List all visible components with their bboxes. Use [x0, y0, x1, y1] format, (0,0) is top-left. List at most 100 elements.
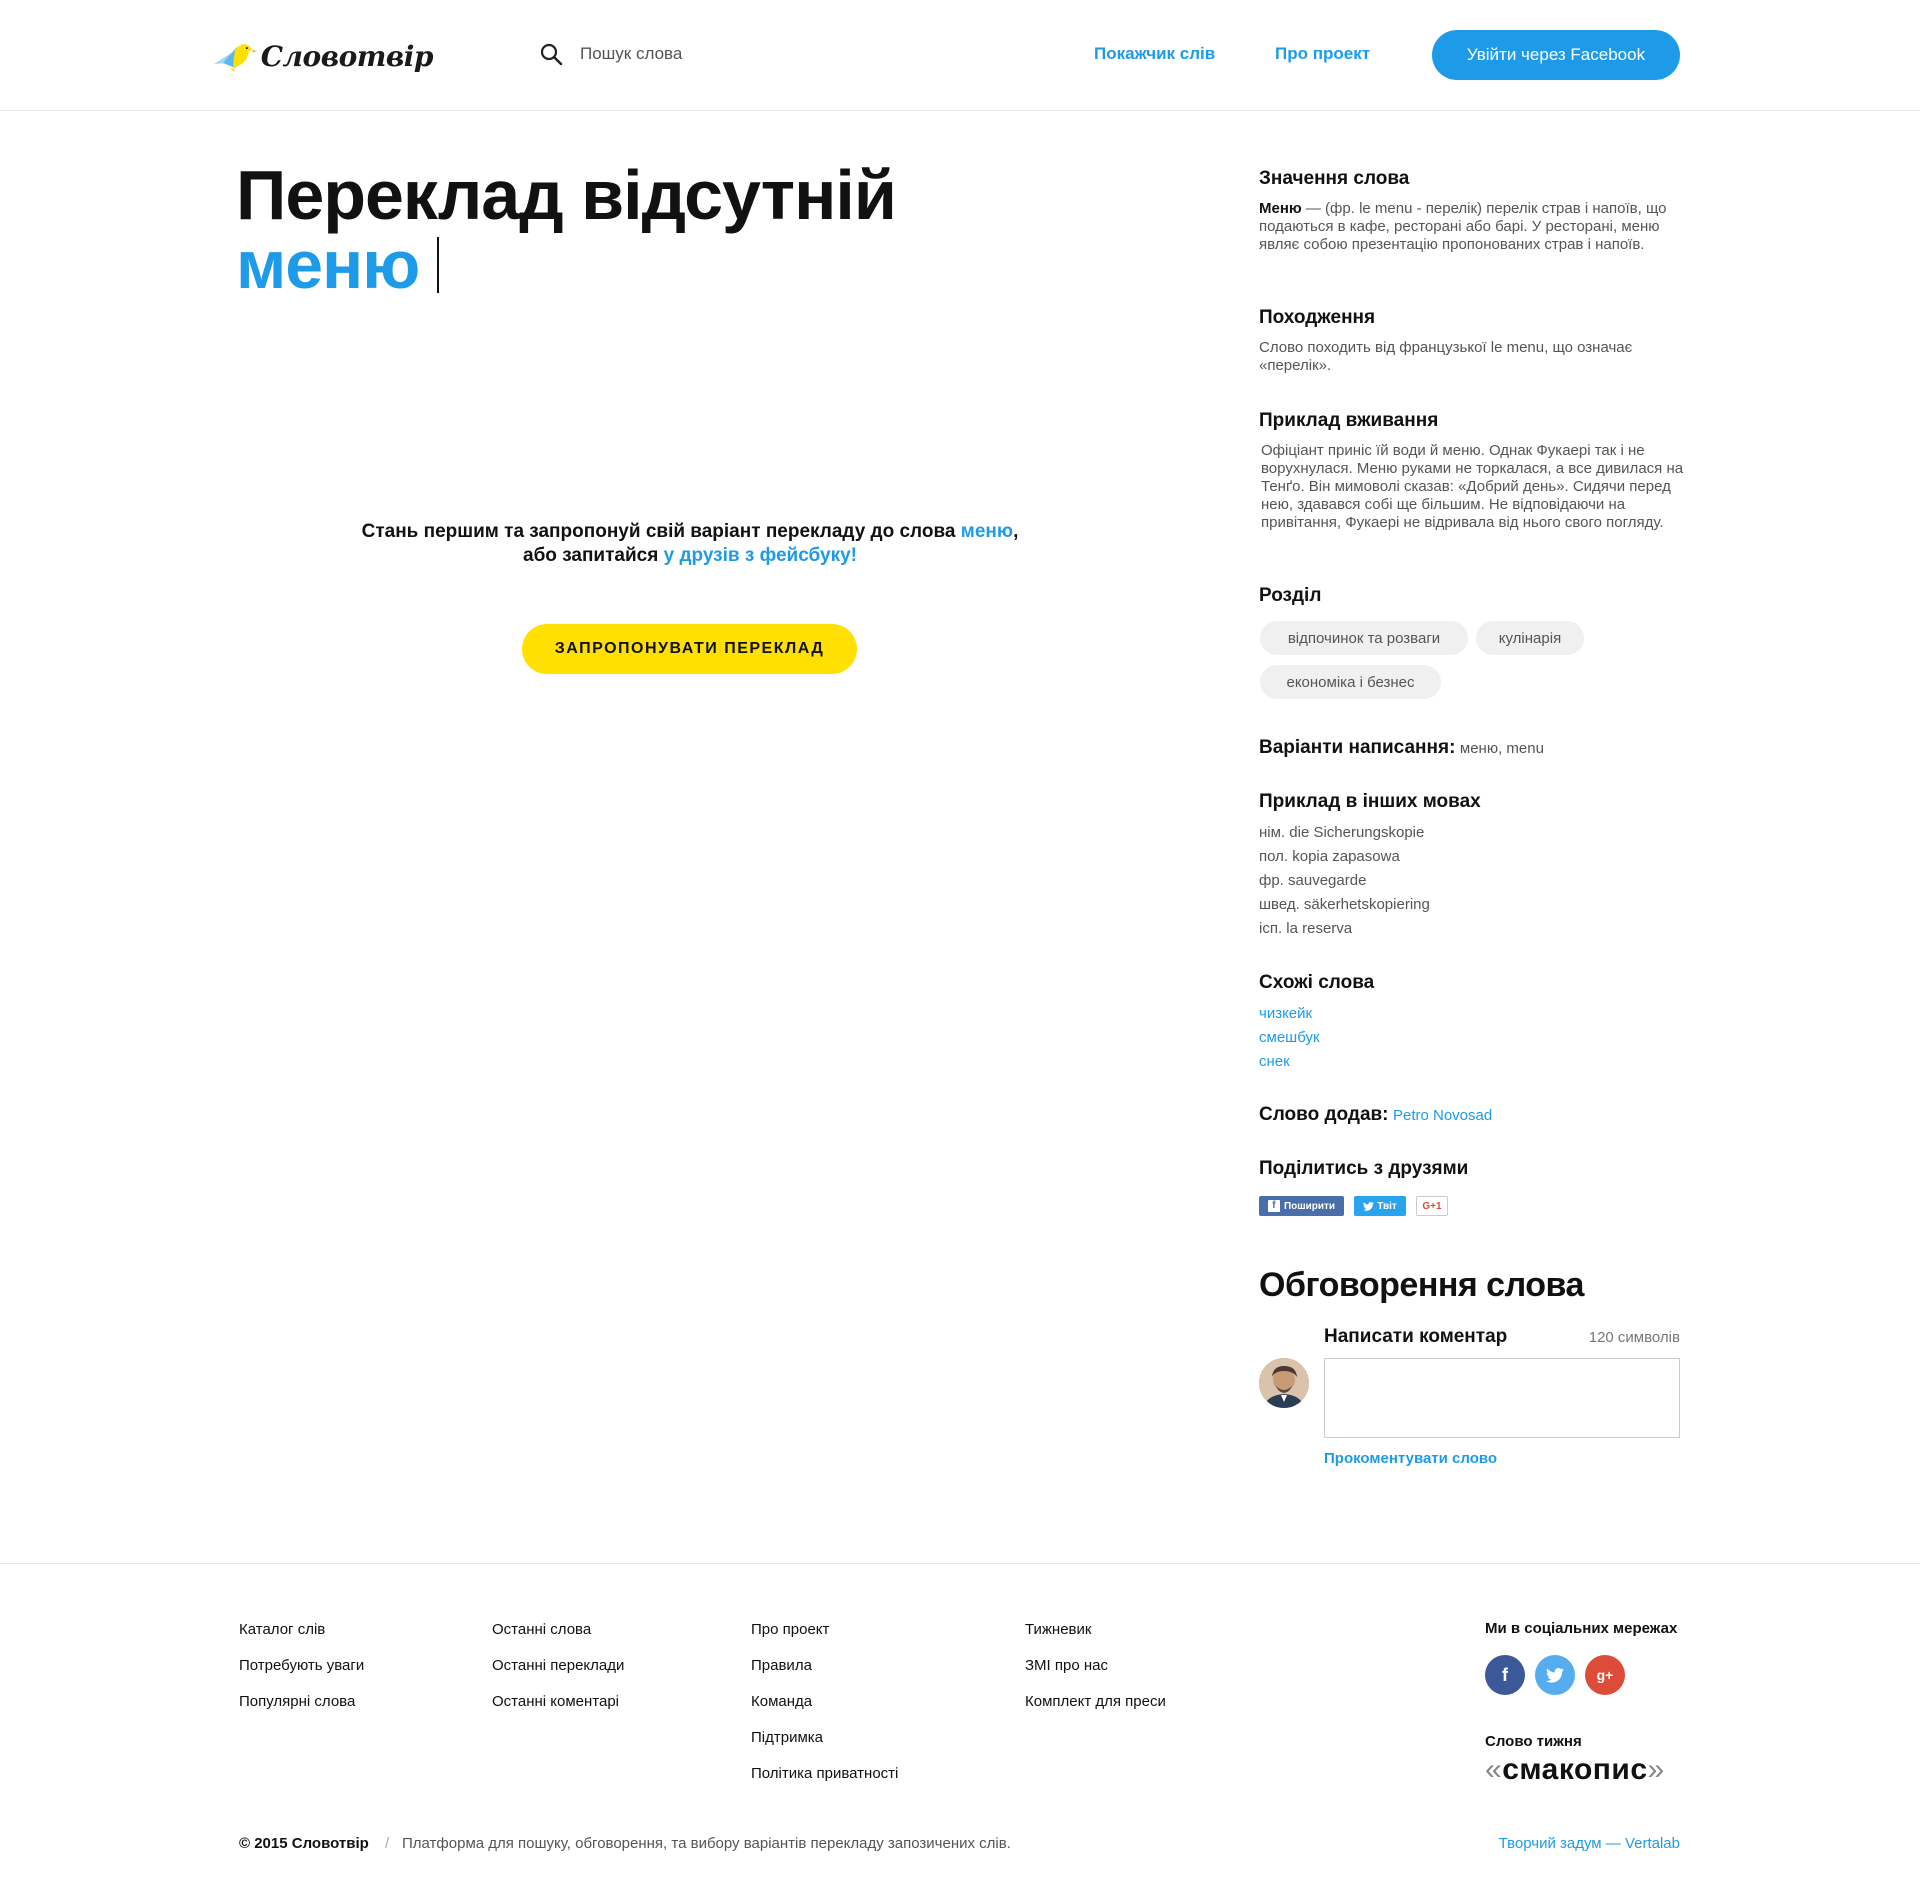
twitter-social-button[interactable] [1535, 1655, 1575, 1695]
share-google-plus-button[interactable]: G+1 [1416, 1196, 1448, 1216]
meaning-word: Меню [1259, 200, 1302, 217]
share-twitter-label: Твіт [1377, 1200, 1397, 1212]
facebook-icon: f [1267, 1200, 1280, 1212]
share-title: Поділитись з друзями [1259, 1158, 1469, 1179]
cta-line1-text: Стань першим та запропонуй свій варіант … [361, 521, 961, 542]
origin-section: Походження Слово походить від французько… [1259, 307, 1689, 375]
author-link[interactable]: Petro Novosad [1393, 1107, 1492, 1124]
google-plus-icon: g+ [1596, 1667, 1614, 1683]
section-section: Розділ [1259, 585, 1689, 607]
cta-line1-comma: , [1013, 521, 1019, 542]
tag-leisure[interactable]: відпочинок та розваги [1260, 621, 1468, 655]
footer-column-press: Тижневик ЗМІ про нас Комплект для преси [1025, 1620, 1166, 1728]
share-facebook-label: Поширити [1283, 1200, 1336, 1212]
footer-divider [0, 1563, 1920, 1564]
word-of-week: смакопис [1502, 1753, 1648, 1786]
meaning-title: Значення слова [1259, 168, 1410, 189]
usage-title: Приклад вживання [1259, 410, 1439, 431]
close-quote-icon: » [1647, 1753, 1665, 1786]
similar-list: чизкейк смешбук снек [1259, 1002, 1689, 1074]
facebook-login-button[interactable]: Увійти через Facebook [1432, 30, 1680, 80]
added-by-title: Слово додав: [1259, 1104, 1389, 1125]
usage-section: Приклад вживання Офіціант приніс їй води… [1259, 410, 1689, 532]
footer-link[interactable]: Популярні слова [239, 1692, 364, 1728]
footer-link[interactable]: Останні слова [492, 1620, 624, 1656]
twitter-icon [1363, 1201, 1375, 1211]
footer-link[interactable]: Тижневик [1025, 1620, 1166, 1656]
write-comment-label: Написати коментар [1324, 1326, 1508, 1347]
similar-word-link[interactable]: снек [1259, 1050, 1689, 1074]
twitter-icon [1546, 1667, 1564, 1683]
languages-section: Приклад в інших мовах нім. die Sicherung… [1259, 791, 1689, 941]
similar-section: Схожі слова чизкейк смешбук снек [1259, 972, 1689, 1074]
spellings-title: Варіанти написання: [1259, 737, 1456, 758]
footer-link[interactable]: Підтримка [751, 1728, 898, 1764]
comment-input[interactable] [1324, 1358, 1680, 1438]
ask-friends-link[interactable]: у друзів з фейсбуку! [664, 545, 857, 566]
avatar [1259, 1358, 1309, 1408]
page-title: Переклад відсутній [236, 156, 897, 234]
meaning-text: Меню — (фр. le menu - перелік) перелік с… [1259, 200, 1689, 254]
language-example: швед. säkerhetskopiering [1259, 896, 1430, 913]
footer-link[interactable]: Каталог слів [239, 1620, 364, 1656]
footer-link[interactable]: Про проект [751, 1620, 898, 1656]
footer-link[interactable]: Останні коментарі [492, 1692, 624, 1728]
origin-text: Слово походить від французької le menu, … [1259, 339, 1633, 374]
search-input[interactable] [580, 44, 840, 64]
language-example: пол. kopia zapasowa [1259, 848, 1400, 865]
origin-title: Походження [1259, 307, 1376, 328]
text-caret [437, 237, 440, 293]
nav-about[interactable]: Про проект [1275, 44, 1370, 64]
spellings-value: меню, menu [1459, 740, 1544, 757]
share-facebook-button[interactable]: f Поширити [1259, 1196, 1344, 1216]
credit-link[interactable]: Творчий задум — Vertalab [1499, 1835, 1680, 1852]
similar-word-link[interactable]: чизкейк [1259, 1002, 1689, 1026]
footer-column-about: Про проект Правила Команда Підтримка Пол… [751, 1620, 898, 1800]
word-of-week-link[interactable]: «смакопис» [1485, 1753, 1665, 1787]
suggest-translation-button[interactable]: ЗАПРОПОНУВАТИ ПЕРЕКЛАД [522, 624, 857, 674]
bird-logo-icon [213, 44, 257, 72]
footer-link[interactable]: Команда [751, 1692, 898, 1728]
meaning-section: Значення слова Меню — (фр. le menu - пер… [1259, 168, 1689, 254]
footer-link[interactable]: ЗМІ про нас [1025, 1656, 1166, 1692]
share-twitter-button[interactable]: Твіт [1354, 1196, 1406, 1216]
languages-title: Приклад в інших мовах [1259, 791, 1481, 812]
word-of-week-label: Слово тижня [1485, 1733, 1582, 1750]
footer-tagline: Платформа для пошуку, обговорення, та ви… [402, 1835, 1011, 1852]
similar-word-link[interactable]: смешбук [1259, 1026, 1689, 1050]
facebook-social-button[interactable]: f [1485, 1655, 1525, 1695]
google-plus-social-button[interactable]: g+ [1585, 1655, 1625, 1695]
logo-text: Словотвір [260, 39, 434, 73]
added-by-section: Слово додав: Petro Novosad [1259, 1104, 1689, 1126]
footer-link[interactable]: Правила [751, 1656, 898, 1692]
site-header: Словотвір Покажчик слів Про проект Увійт… [0, 0, 1920, 111]
user-avatar-icon [1259, 1358, 1309, 1408]
search-icon[interactable] [539, 42, 563, 66]
usage-text: Офіціант приніс їй води й меню. Однак Фу… [1261, 442, 1684, 531]
search-bar [539, 42, 840, 66]
open-quote-icon: « [1485, 1753, 1503, 1786]
social-title: Ми в соціальних мережах [1485, 1620, 1678, 1637]
similar-title: Схожі слова [1259, 972, 1375, 993]
footer-link[interactable]: Комплект для преси [1025, 1692, 1166, 1728]
language-example: ісп. la reserva [1259, 920, 1353, 937]
tag-economy[interactable]: економіка і безнес [1260, 665, 1441, 699]
copyright: © 2015 Словотвір [239, 1835, 369, 1852]
language-example: фр. sauvegarde [1259, 872, 1367, 889]
logo[interactable]: Словотвір [213, 24, 434, 88]
submit-comment-link[interactable]: Прокоментувати слово [1324, 1450, 1497, 1467]
section-title: Розділ [1259, 585, 1322, 606]
footer-link[interactable]: Потребують уваги [239, 1656, 364, 1692]
char-count: 120 символів [1588, 1329, 1680, 1346]
footer-column-catalog: Каталог слів Потребують уваги Популярні … [239, 1620, 364, 1728]
footer-link[interactable]: Останні переклади [492, 1656, 624, 1692]
footer-link[interactable]: Політика приватності [751, 1764, 898, 1800]
cta-word-link[interactable]: меню [961, 521, 1013, 542]
footer-column-latest: Останні слова Останні переклади Останні … [492, 1620, 624, 1728]
facebook-icon: f [1502, 1664, 1508, 1685]
nav-word-index[interactable]: Покажчик слів [1094, 44, 1215, 64]
discussion-title: Обговорення слова [1259, 1266, 1584, 1304]
cta-text: Стань першим та запропонуй свій варіант … [335, 520, 1045, 568]
word-heading: меню [236, 227, 420, 303]
tag-cooking[interactable]: кулінарія [1476, 621, 1584, 655]
